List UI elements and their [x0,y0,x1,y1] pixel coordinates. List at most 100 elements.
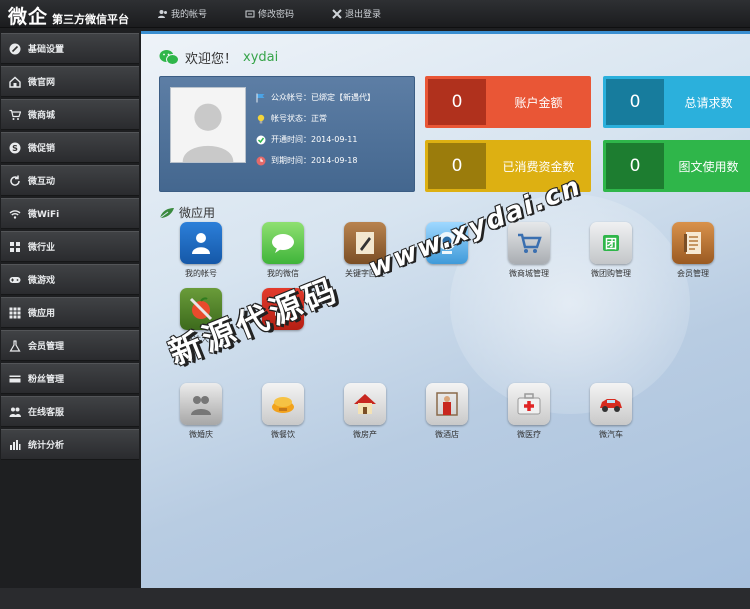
card-icon [9,375,21,382]
avatar [170,87,246,163]
wifi-icon [9,209,21,219]
app-member-management[interactable]: 会员管理 [655,222,731,279]
wrench-icon [9,43,21,54]
nav-label: 修改密码 [258,10,295,20]
sidebar-item-label: 微官网 [28,78,56,88]
profile-row-text: 到期时间：2014-09-18 [271,156,358,165]
app-label: 微医疗 [517,430,541,439]
app-catering[interactable]: 微餐饮 [245,383,321,440]
app-automotive[interactable]: 微汽车 [573,383,649,440]
profile-row-account: 公众帐号：已绑定【新遇代】 [256,87,375,108]
stat-tile-total-requests[interactable]: 0 总请求数 [603,76,750,128]
first-aid-icon [517,393,541,415]
welcome-header: 欢迎您！ xydai [159,48,278,67]
car-icon [600,399,622,412]
app-label: 微餐饮 [271,430,295,439]
app-icon-box [262,383,304,425]
profile-row-text: 开通时间：2014-09-11 [271,135,358,144]
gamepad-icon [9,276,21,283]
sidebar-item-label: 在线客服 [28,408,65,418]
sidebar-item-mall[interactable]: 微商城 [1,99,139,130]
grid-icon [10,241,20,252]
sidebar-item-label: 微行业 [28,243,56,253]
password-icon [245,10,255,17]
app-icon-box: 团 [590,222,632,264]
profile-card: 公众帐号：已绑定【新遇代】 帐号状态：正常 开通时间：2014-09-11 到期… [159,76,415,192]
sidebar-item-support[interactable]: 在线客服 [1,396,139,427]
top-nav: 我的帐号 修改密码 退出登录 [158,7,381,20]
app-real-estate[interactable]: 微房产 [327,383,403,440]
sidebar-item-wifi[interactable]: 微WiFi [1,198,139,229]
sidebar-item-label: 微互动 [28,177,56,187]
sidebar-item-basic-settings[interactable]: 基础设置 [1,33,139,64]
app-hotel[interactable]: 微酒店 [409,383,485,440]
sidebar-item-apps[interactable]: 微应用 [1,297,139,328]
apps-icon [9,307,21,318]
sidebar-item-label: 基础设置 [28,45,65,55]
sidebar-item-label: 微WiFi [28,210,60,220]
nav-change-password[interactable]: 修改密码 [245,7,294,20]
nav-my-account[interactable]: 我的帐号 [158,7,207,20]
leaf-icon [159,207,174,218]
stat-label: 总请求数 [684,95,733,110]
app-label: 微婚庆 [189,430,213,439]
app-label: 我的帐号 [185,269,217,278]
app-icon-box [426,383,468,425]
flag-icon [256,93,265,102]
app-icon-box [672,222,714,264]
sidebar-item-label: 微应用 [28,309,56,319]
sidebar-item-games[interactable]: 微游戏 [1,264,139,295]
users-icon [158,9,167,18]
profile-row-status: 帐号状态：正常 [256,108,375,129]
address-book-icon [684,232,701,254]
profile-row-text: 公众帐号：已绑定【新遇代】 [271,93,375,102]
app-label: 微商城管理 [509,269,549,278]
nav-logout[interactable]: 退出登录 [332,7,381,20]
wechat-icon [159,50,179,65]
section-title-apps: 微应用 [159,204,215,221]
app-icon-box [508,383,550,425]
app-my-account[interactable]: 我的帐号 [163,222,239,279]
avatar-placeholder-icon [182,103,234,162]
stat-label: 图文使用数 [678,159,739,174]
app-label: 微团购管理 [591,269,631,278]
sidebar-item-industry[interactable]: 微行业 [1,231,139,262]
app-icon-box [344,383,386,425]
chart-icon [10,439,21,450]
sidebar-item-members[interactable]: 会员管理 [1,330,139,361]
sidebar: 基础设置 微官网 微商城 S 微促销 微互动 微WiFi 微行业 微游戏 微应用… [0,33,140,462]
app-medical[interactable]: 微医疗 [491,383,567,440]
sidebar-item-website[interactable]: 微官网 [1,66,139,97]
group-buy-icon: 团 [603,235,619,251]
stat-tile-article-usage[interactable]: 0 图文使用数 [603,140,750,192]
hotel-staff-icon [436,392,458,416]
sidebar-item-statistics[interactable]: 统计分析 [1,429,139,460]
home-icon [9,76,21,88]
chat-bubble-icon [272,234,294,253]
bulb-icon [257,114,265,123]
sidebar-item-label: 微商城 [28,111,56,121]
top-bar: 微企 第三方微信平台 我的帐号 修改密码 退出登录 [0,0,750,28]
sidebar-item-interaction[interactable]: 微互动 [1,165,139,196]
food-icon [272,397,294,413]
profile-info: 公众帐号：已绑定【新遇代】 帐号状态：正常 开通时间：2014-09-11 到期… [256,87,375,171]
sidebar-item-label: 粉丝管理 [28,375,65,385]
profile-row-expiry-date: 到期时间：2014-09-18 [256,150,375,171]
house-icon [354,394,376,414]
stat-tile-account-balance[interactable]: 0 账户金额 [425,76,591,128]
cart-icon [9,109,21,120]
logo[interactable]: 微企 第三方微信平台 [8,2,129,29]
stat-value: 0 [428,143,486,189]
footer-bar [0,588,750,609]
app-label: 微房产 [353,430,377,439]
user-icon [192,233,210,254]
app-group-buy-management[interactable]: 团 微团购管理 [573,222,649,279]
sidebar-item-fans[interactable]: 粉丝管理 [1,363,139,394]
profile-row-open-date: 开通时间：2014-09-11 [256,129,375,150]
skype-icon: S [9,142,21,153]
sidebar-item-label: 微游戏 [28,276,56,286]
wedding-icon [191,396,211,415]
logo-subtitle: 第三方微信平台 [52,13,130,26]
sidebar-item-promotion[interactable]: S 微促销 [1,132,139,163]
app-wedding[interactable]: 微婚庆 [163,383,239,440]
